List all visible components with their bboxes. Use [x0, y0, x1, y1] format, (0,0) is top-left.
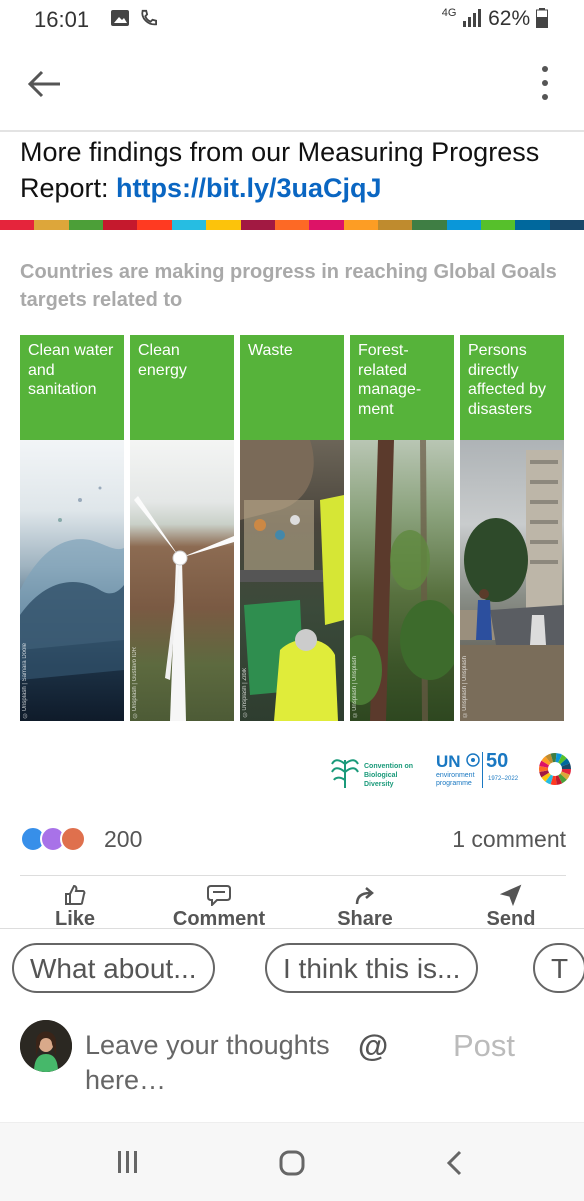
- post-text: More findings from our Measuring Progres…: [20, 134, 570, 206]
- card-waste: Waste ©Unsplash | Zibik: [240, 335, 344, 721]
- photo-credit: ©Unsplash | Zibik: [242, 668, 248, 717]
- share-label: Share: [337, 908, 393, 928]
- comment-input[interactable]: Leave your thoughts here…: [85, 1028, 345, 1098]
- comment-count[interactable]: 1 comment: [452, 826, 566, 853]
- battery-icon: [536, 8, 548, 28]
- cbd-logo-icon: [331, 759, 359, 788]
- send-button[interactable]: Send: [456, 884, 566, 928]
- reaction-count[interactable]: 200: [104, 826, 142, 853]
- comment-label: Comment: [172, 908, 266, 928]
- sdg-stripe-segment: [34, 220, 69, 230]
- sdg-stripe-segment: [377, 220, 413, 230]
- mention-button[interactable]: @: [358, 1028, 388, 1064]
- sdg-stripe-segment: [274, 220, 310, 230]
- thumbs-up-icon: [65, 884, 86, 905]
- wind-turbine-photo: ©Unsplash | Gustavo IDR: [130, 440, 234, 721]
- sdg-stripe-segment: [206, 220, 241, 230]
- like-label: Like: [54, 908, 96, 928]
- action-bar: Like Comment Share Send: [0, 880, 584, 928]
- love-reaction-icon: [60, 826, 86, 852]
- un-logo-text: UN: [436, 752, 461, 771]
- water-photo: ©Unsplash | Samara Doole: [20, 440, 124, 721]
- share-icon: [355, 887, 374, 905]
- forest-photo: ©Unsplash | Unsplash: [350, 440, 454, 721]
- system-nav-bar: [0, 1122, 584, 1201]
- infographic-headline: Countries are making progress in reachin…: [20, 261, 557, 311]
- unep-logo-text: environment programme: [436, 772, 475, 787]
- sdg-wheel-icon: [539, 753, 571, 785]
- card-label: Clean energy: [130, 335, 234, 440]
- network-indicator: 4G: [441, 7, 457, 19]
- share-button[interactable]: Share: [310, 884, 420, 928]
- like-button[interactable]: Like: [20, 884, 130, 928]
- sdg-stripe-segment: [343, 220, 378, 230]
- suggestion-chips: What about... I think this is... T: [0, 940, 584, 1000]
- send-label: Send: [486, 908, 536, 928]
- card-disasters: Persons directly affected by disasters ©…: [460, 335, 564, 721]
- sdg-stripe-segment: [412, 220, 447, 230]
- post-button[interactable]: Post: [453, 1028, 515, 1064]
- sdg-stripe-segment: [446, 220, 482, 230]
- sdg-stripe-segment: [171, 220, 207, 230]
- partner-logos: Convention on Biological Diversity UN en…: [330, 750, 574, 796]
- sdg-stripe-segment: [103, 220, 138, 230]
- call-icon: [141, 9, 157, 26]
- gallery-icon: [111, 10, 129, 26]
- sdg-stripe-segment: [240, 220, 275, 230]
- back-arrow-icon[interactable]: [24, 64, 64, 104]
- post-link[interactable]: https://bit.ly/3uaCjqJ: [116, 173, 382, 203]
- card-forest: Forest-related manage-ment ©Unsplash | U…: [350, 335, 454, 721]
- more-options-icon[interactable]: [540, 66, 550, 106]
- divider: [20, 875, 566, 876]
- waste-truck-photo: ©Unsplash | Zibik: [240, 440, 344, 721]
- sdg-stripe-segment: [309, 220, 344, 230]
- unep-years-text: 1972–2022: [488, 776, 519, 782]
- photo-credit: ©Unsplash | Unsplash: [462, 656, 468, 717]
- sdg-stripe-segment: [481, 220, 516, 230]
- divider: [0, 928, 584, 929]
- signal-icon: [463, 9, 482, 27]
- status-bar: 16:01 4G 62%: [0, 0, 584, 40]
- sdg-stripe-segment: [515, 220, 550, 230]
- home-icon[interactable]: [278, 1149, 306, 1177]
- status-time: 16:01: [34, 7, 90, 32]
- card-label: Persons directly affected by disasters: [460, 335, 564, 440]
- comment-composer: Leave your thoughts here… @ Post: [0, 1010, 584, 1120]
- photo-credit: ©Unsplash | Gustavo IDR: [132, 646, 138, 717]
- social-counts[interactable]: 200 1 comment: [20, 822, 566, 858]
- suggestion-chip[interactable]: I think this is...: [265, 943, 479, 993]
- sdg-stripe-segment: [137, 220, 172, 230]
- suggestion-chip[interactable]: What about...: [12, 943, 215, 993]
- recent-apps-icon[interactable]: [115, 1149, 141, 1175]
- back-nav-icon[interactable]: [444, 1149, 464, 1177]
- status-right: 4G 62%: [442, 7, 548, 31]
- flood-photo: ©Unsplash | Unsplash: [460, 440, 564, 721]
- photo-credit: ©Unsplash | Unsplash: [352, 656, 358, 717]
- card-label: Forest-related manage-ment: [350, 335, 454, 440]
- comment-button[interactable]: Comment: [164, 884, 274, 928]
- cbd-logo-text: Convention on Biological Diversity: [364, 763, 413, 788]
- sdg-stripe-segment: [68, 220, 104, 230]
- photo-credit: ©Unsplash | Samara Doole: [22, 642, 28, 717]
- card-label: Clean water and sanitation: [20, 335, 124, 440]
- comment-icon: [207, 885, 231, 906]
- sdg-stripe-segment: [0, 220, 35, 230]
- sdg-stripe-segment: [549, 220, 584, 230]
- send-icon: [500, 884, 522, 906]
- card-label: Waste: [240, 335, 344, 440]
- sdg-color-stripe: [0, 220, 584, 230]
- un-emblem-icon: [466, 753, 480, 767]
- post-image[interactable]: Countries are making progress in reachin…: [0, 232, 584, 807]
- suggestion-chip[interactable]: T: [533, 943, 584, 993]
- app-bar: [0, 40, 584, 132]
- unep-50-text: 50: [486, 750, 509, 772]
- card-clean-water: Clean water and sanitation ©Unsplash | S…: [20, 335, 124, 721]
- card-clean-energy: Clean energy ©Unsplash | Gustavo IDR: [130, 335, 234, 721]
- battery-percent: 62%: [488, 7, 531, 30]
- avatar: [20, 1020, 72, 1072]
